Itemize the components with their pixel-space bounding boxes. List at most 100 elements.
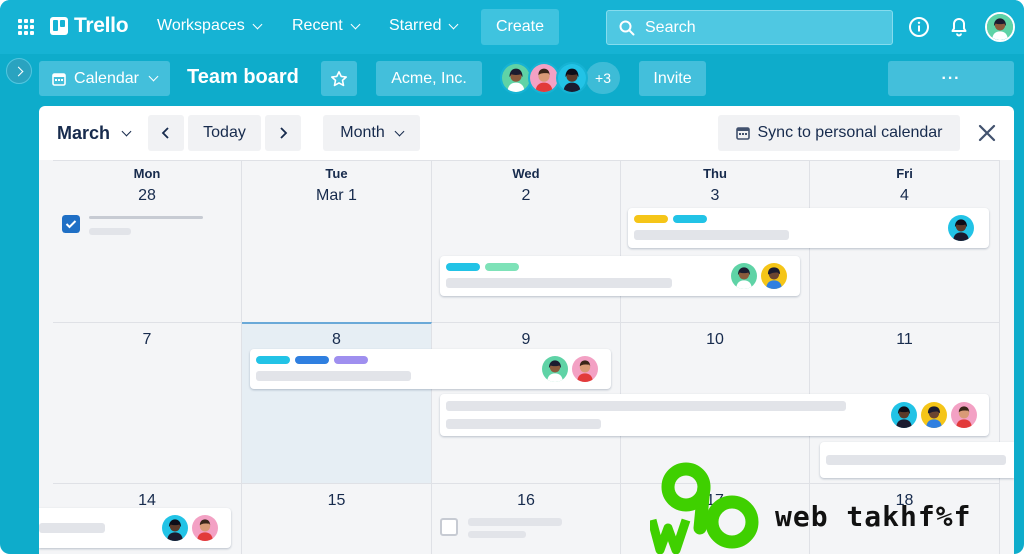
day-number: 16 [517, 492, 535, 509]
card-label [634, 215, 668, 223]
today-button[interactable]: Today [188, 115, 261, 151]
weekday-label: Wed [512, 166, 540, 181]
member-avatar [540, 354, 570, 384]
checkbox-unchecked-icon[interactable] [440, 518, 458, 536]
sidebar-expand-button[interactable] [6, 58, 32, 84]
card-label [485, 263, 519, 271]
calendar-icon [52, 72, 66, 86]
member-avatar [919, 400, 949, 430]
day-cell[interactable]: Wed 2 [432, 160, 621, 322]
board-menu-button[interactable]: ··· [888, 61, 1014, 96]
chevron-down-icon [350, 19, 361, 29]
member-avatar[interactable] [556, 62, 588, 94]
calendar-card[interactable] [440, 394, 989, 436]
card-title-placeholder [446, 401, 846, 411]
board-title[interactable]: Team board [187, 66, 299, 89]
workspace-button[interactable]: Acme, Inc. [376, 61, 482, 96]
card-title-strikethrough [89, 216, 203, 219]
chevron-right-icon [280, 127, 288, 139]
card-label [334, 356, 368, 364]
card-checklist-item[interactable] [440, 516, 580, 540]
card-title-placeholder [468, 518, 562, 526]
day-cell[interactable]: 15 [242, 483, 432, 554]
nav-starred[interactable]: Starred [389, 17, 459, 35]
bell-icon[interactable] [946, 14, 972, 40]
card-label [673, 215, 707, 223]
chevron-down-icon [148, 71, 159, 82]
view-mode-selector[interactable]: Month [323, 115, 420, 151]
view-switcher[interactable]: Calendar [39, 61, 170, 96]
close-icon[interactable] [974, 120, 1000, 146]
calendar-card[interactable] [628, 208, 989, 248]
member-avatar [729, 261, 759, 291]
weekday-label: Thu [703, 166, 727, 181]
day-number: 15 [327, 492, 346, 509]
card-meta-placeholder [89, 228, 131, 235]
nav-recent[interactable]: Recent [292, 17, 361, 35]
star-board-button[interactable] [321, 61, 357, 96]
trello-logo[interactable]: Trello [50, 14, 129, 38]
sync-calendar-button[interactable]: Sync to personal calendar [718, 115, 960, 151]
member-avatar [160, 513, 190, 543]
chevron-down-icon [394, 126, 405, 136]
day-cell[interactable]: Tue Mar 1 [242, 160, 432, 322]
calendar-card[interactable] [250, 349, 611, 389]
search-input[interactable] [645, 18, 865, 37]
day-number: 28 [138, 187, 156, 204]
nav-starred-label: Starred [389, 17, 442, 34]
member-avatar [759, 261, 789, 291]
day-number: Mar 1 [316, 187, 357, 204]
card-label [446, 263, 480, 271]
card-checklist-item[interactable] [59, 212, 229, 242]
next-button[interactable] [265, 115, 301, 151]
chevron-down-icon [449, 19, 459, 29]
card-title-placeholder [256, 371, 411, 381]
card-title-placeholder [39, 523, 105, 533]
more-members-badge[interactable]: +3 [586, 62, 620, 94]
calendar-card[interactable] [440, 256, 800, 296]
member-avatar [570, 354, 600, 384]
nav-recent-label: Recent [292, 17, 343, 34]
nav-workspaces[interactable]: Workspaces [157, 17, 263, 35]
card-label [256, 356, 290, 364]
view-mode-label: Month [340, 124, 385, 141]
info-icon[interactable] [906, 14, 932, 40]
top-header: Trello Workspaces Recent Starred Create [0, 0, 1024, 54]
day-number: 8 [332, 331, 341, 348]
chevron-down-icon [121, 126, 132, 137]
card-meta-placeholder [446, 419, 601, 429]
weekday-label: Fri [896, 166, 913, 181]
checkbox-checked-icon[interactable] [62, 215, 80, 233]
weekday-label: Tue [325, 166, 348, 181]
card-title-placeholder [446, 278, 672, 288]
previous-button[interactable] [148, 115, 184, 151]
day-cell[interactable]: 7 [53, 322, 242, 483]
calendar-card[interactable] [39, 508, 231, 548]
member-avatar [949, 400, 979, 430]
day-number: 2 [521, 187, 531, 204]
invite-button[interactable]: Invite [639, 61, 706, 96]
day-cell-today[interactable]: 8 [242, 322, 432, 483]
apps-grid-icon[interactable] [17, 18, 35, 36]
profile-avatar[interactable] [985, 12, 1015, 42]
day-number: 4 [900, 187, 909, 204]
create-button[interactable]: Create [481, 9, 559, 45]
search-box[interactable] [606, 10, 893, 45]
card-meta-placeholder [468, 531, 526, 538]
calendar-icon [735, 127, 750, 140]
watermark-brand-text: web takhf%f [775, 500, 972, 533]
member-avatar [946, 213, 976, 243]
day-number: 10 [706, 331, 724, 348]
chevron-left-icon [161, 127, 169, 139]
watermark-logo-icon [650, 462, 759, 554]
nav-workspaces-label: Workspaces [157, 17, 245, 34]
card-title-placeholder [634, 230, 789, 240]
app-frame: Trello Workspaces Recent Starred Create … [0, 0, 1024, 554]
search-icon [619, 20, 635, 35]
sync-calendar-label: Sync to personal calendar [757, 124, 943, 141]
watermark: 90 web takhf%f [650, 462, 1020, 554]
board-members[interactable]: +3 [500, 62, 620, 94]
month-selector[interactable]: March [57, 123, 132, 144]
month-label: March [57, 123, 111, 143]
member-avatar [889, 400, 919, 430]
